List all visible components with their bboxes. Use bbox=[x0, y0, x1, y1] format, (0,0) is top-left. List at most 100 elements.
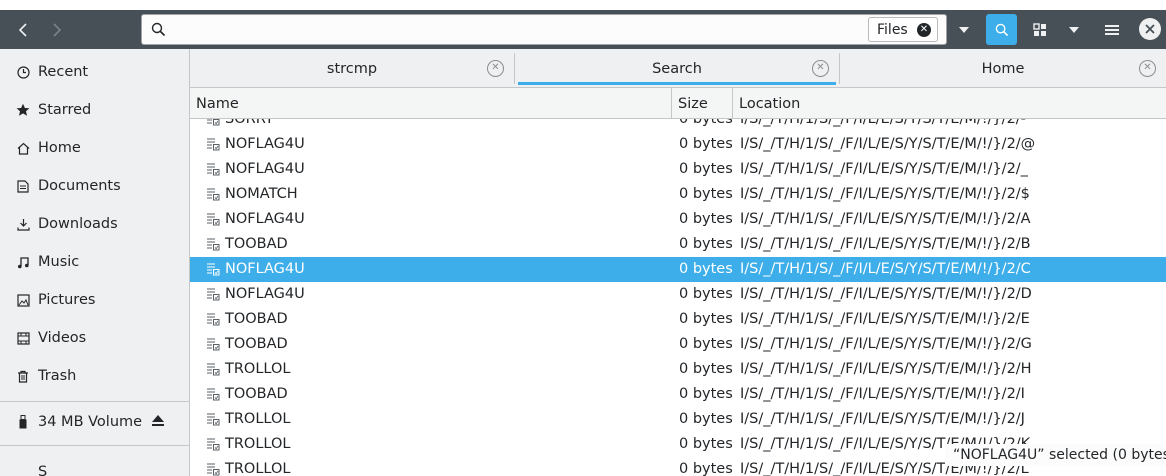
text-file-icon bbox=[207, 263, 220, 276]
window-close-button[interactable] bbox=[1139, 18, 1161, 40]
tab-label: Home bbox=[981, 60, 1025, 77]
search-toggle-button[interactable] bbox=[986, 14, 1017, 45]
tab-label: Search bbox=[652, 60, 702, 77]
table-row[interactable]: TOOBAD 0 bytes I/S/_/T/H/1/S/_/F/I/L/E/S/Y… bbox=[190, 332, 1166, 357]
document-icon bbox=[17, 179, 29, 193]
file-name: NOFLAG4U bbox=[225, 136, 305, 152]
sidebar-item-starred[interactable]: Starred bbox=[0, 91, 189, 129]
file-location: I/S/_/T/H/1/S/_/F/I/L/E/S/Y/S/T/E/M/!/}/… bbox=[740, 136, 1036, 152]
text-file-icon bbox=[207, 338, 220, 351]
file-location: I/S/_/T/H/1/S/_/F/I/L/E/S/Y/S/T/E/M/!/}/… bbox=[740, 411, 1025, 427]
sidebar-item-partial[interactable]: S bbox=[0, 447, 189, 476]
text-file-icon bbox=[207, 313, 220, 326]
status-label: “NOFLAG4U” selected (0 bytes) bbox=[945, 444, 1166, 466]
table-row[interactable]: TOOBAD 0 bytes I/S/_/T/H/1/S/_/F/I/L/E/S/Y… bbox=[190, 382, 1166, 407]
text-file-icon bbox=[207, 188, 220, 201]
sidebar-item-label: Documents bbox=[38, 178, 121, 194]
chip-close-icon[interactable]: ✕ bbox=[917, 23, 931, 37]
eject-icon[interactable] bbox=[151, 414, 165, 427]
tab-label: strcmp bbox=[326, 60, 378, 77]
files-filter-label: Files bbox=[877, 21, 908, 38]
search-input[interactable] bbox=[172, 18, 872, 41]
file-name: TROLLOL bbox=[225, 436, 291, 452]
hamburger-menu-icon bbox=[1105, 24, 1119, 35]
main-menu-button[interactable] bbox=[1095, 10, 1129, 49]
file-size: 0 bytes bbox=[679, 361, 733, 377]
column-divider[interactable] bbox=[671, 88, 672, 119]
search-options-dropdown[interactable] bbox=[947, 10, 981, 49]
text-file-icon bbox=[207, 213, 220, 226]
tab-home[interactable]: Home ✕ bbox=[840, 49, 1166, 88]
back-button[interactable] bbox=[6, 10, 40, 49]
sidebar-item-label: Trash bbox=[38, 368, 77, 384]
search-field[interactable]: Files ✕ bbox=[141, 14, 947, 45]
sidebar-item-label: Starred bbox=[38, 102, 92, 118]
close-icon[interactable]: ✕ bbox=[487, 60, 504, 77]
file-size: 0 bytes bbox=[679, 261, 733, 277]
sidebar-item-trash[interactable]: Trash bbox=[0, 357, 189, 395]
file-size: 0 bytes bbox=[679, 436, 733, 452]
file-location: I/S/_/T/H/1/S/_/F/I/L/E/S/Y/S/T/E/M/!/}/… bbox=[740, 211, 1031, 227]
sidebar-divider bbox=[0, 445, 189, 446]
close-icon[interactable]: ✕ bbox=[1139, 60, 1156, 77]
file-list: SORRY 0 bytes I/S/_/T/H/1/S/_/F/I/L/E/S/Y/… bbox=[190, 119, 1166, 476]
triangle-down-icon bbox=[1069, 26, 1079, 33]
file-location: I/S/_/T/H/1/S/_/F/I/L/E/S/Y/S/T/E/M/!/}/… bbox=[740, 336, 1032, 352]
table-row[interactable]: NOFLAG4U 0 bytes I/S/_/T/H/1/S/_/F/I/L/E/S… bbox=[190, 257, 1166, 282]
picture-icon bbox=[16, 293, 30, 307]
text-file-icon bbox=[207, 438, 220, 451]
home-icon bbox=[17, 142, 29, 155]
table-row[interactable]: TROLLOL 0 bytes I/S/_/T/H/1/S/_/F/I/L/E/S/… bbox=[190, 407, 1166, 432]
sidebar-item-music[interactable]: Music bbox=[0, 243, 189, 281]
file-location: I/S/_/T/H/1/S/_/F/I/L/E/S/Y/S/T/E/M/!/}/… bbox=[740, 161, 1028, 177]
sidebar-item-volume[interactable]: 34 MB Volume bbox=[0, 403, 189, 441]
file-name: TROLLOL bbox=[225, 361, 291, 377]
sidebar-item-pictures[interactable]: Pictures bbox=[0, 281, 189, 319]
sidebar-item-label: S bbox=[38, 464, 48, 476]
table-row[interactable]: NOFLAG4U 0 bytes I/S/_/T/H/1/S/_/F/I/L/E/S… bbox=[190, 282, 1166, 307]
sidebar-item-home[interactable]: Home bbox=[0, 129, 189, 167]
file-location: I/S/_/T/H/1/S/_/F/I/L/E/S/Y/S/T/E/M/!/}/… bbox=[740, 119, 1026, 127]
sidebar-item-label: Pictures bbox=[38, 292, 96, 308]
sidebar-item-recent[interactable]: Recent bbox=[0, 53, 189, 91]
file-size: 0 bytes bbox=[679, 386, 733, 402]
view-options-dropdown[interactable] bbox=[1057, 10, 1091, 49]
file-size: 0 bytes bbox=[679, 186, 733, 202]
file-size: 0 bytes bbox=[679, 119, 733, 127]
star-icon bbox=[16, 103, 30, 116]
table-row[interactable]: NOFLAG4U 0 bytes I/S/_/T/H/1/S/_/F/I/L/E/S… bbox=[190, 157, 1166, 182]
file-name: SORRY bbox=[225, 119, 274, 127]
text-file-icon bbox=[207, 413, 220, 426]
file-location: I/S/_/T/H/1/S/_/F/I/L/E/S/Y/S/T/E/M/!/}/… bbox=[740, 361, 1032, 377]
file-name: NOFLAG4U bbox=[225, 161, 305, 177]
table-row[interactable]: TOOBAD 0 bytes I/S/_/T/H/1/S/_/F/I/L/E/S/Y… bbox=[190, 232, 1166, 257]
file-location: I/S/_/T/H/1/S/_/F/I/L/E/S/Y/S/T/E/M/!/}/… bbox=[740, 286, 1032, 302]
sidebar-item-documents[interactable]: Documents bbox=[0, 167, 189, 205]
sidebar-item-videos[interactable]: Videos bbox=[0, 319, 189, 357]
table-row[interactable]: NOFLAG4U 0 bytes I/S/_/T/H/1/S/_/F/I/L/E/S… bbox=[190, 132, 1166, 157]
files-filter-chip[interactable]: Files ✕ bbox=[868, 17, 938, 42]
header-bar: Files ✕ bbox=[0, 10, 1166, 49]
tab-strcmp[interactable]: strcmp ✕ bbox=[190, 49, 514, 88]
forward-button[interactable] bbox=[40, 10, 74, 49]
sidebar-item-downloads[interactable]: Downloads bbox=[0, 205, 189, 243]
file-size: 0 bytes bbox=[679, 461, 733, 476]
column-header-location[interactable]: Location bbox=[739, 88, 800, 119]
triangle-down-icon bbox=[959, 26, 969, 33]
sidebar-item-label: 34 MB Volume bbox=[38, 414, 143, 430]
column-header-size[interactable]: Size bbox=[678, 88, 708, 119]
text-file-icon bbox=[207, 163, 220, 176]
column-header-name[interactable]: Name bbox=[196, 88, 239, 119]
table-row[interactable]: TOOBAD 0 bytes I/S/_/T/H/1/S/_/F/I/L/E/S/Y… bbox=[190, 307, 1166, 332]
table-row[interactable]: NOFLAG4U 0 bytes I/S/_/T/H/1/S/_/F/I/L/E/S… bbox=[190, 207, 1166, 232]
table-row[interactable]: SORRY 0 bytes I/S/_/T/H/1/S/_/F/I/L/E/S/Y/… bbox=[190, 119, 1166, 132]
text-file-icon bbox=[207, 138, 220, 151]
column-divider[interactable] bbox=[732, 88, 733, 119]
file-size: 0 bytes bbox=[679, 161, 733, 177]
table-row[interactable]: TROLLOL 0 bytes I/S/_/T/H/1/S/_/F/I/L/E/S/… bbox=[190, 357, 1166, 382]
file-location: I/S/_/T/H/1/S/_/F/I/L/E/S/Y/S/T/E/M/!/}/… bbox=[740, 386, 1025, 402]
close-icon[interactable]: ✕ bbox=[812, 60, 829, 77]
view-mode-button[interactable] bbox=[1023, 10, 1057, 49]
table-row[interactable]: NOMATCH 0 bytes I/S/_/T/H/1/S/_/F/I/L/E/S/… bbox=[190, 182, 1166, 207]
file-name: NOMATCH bbox=[225, 186, 298, 202]
